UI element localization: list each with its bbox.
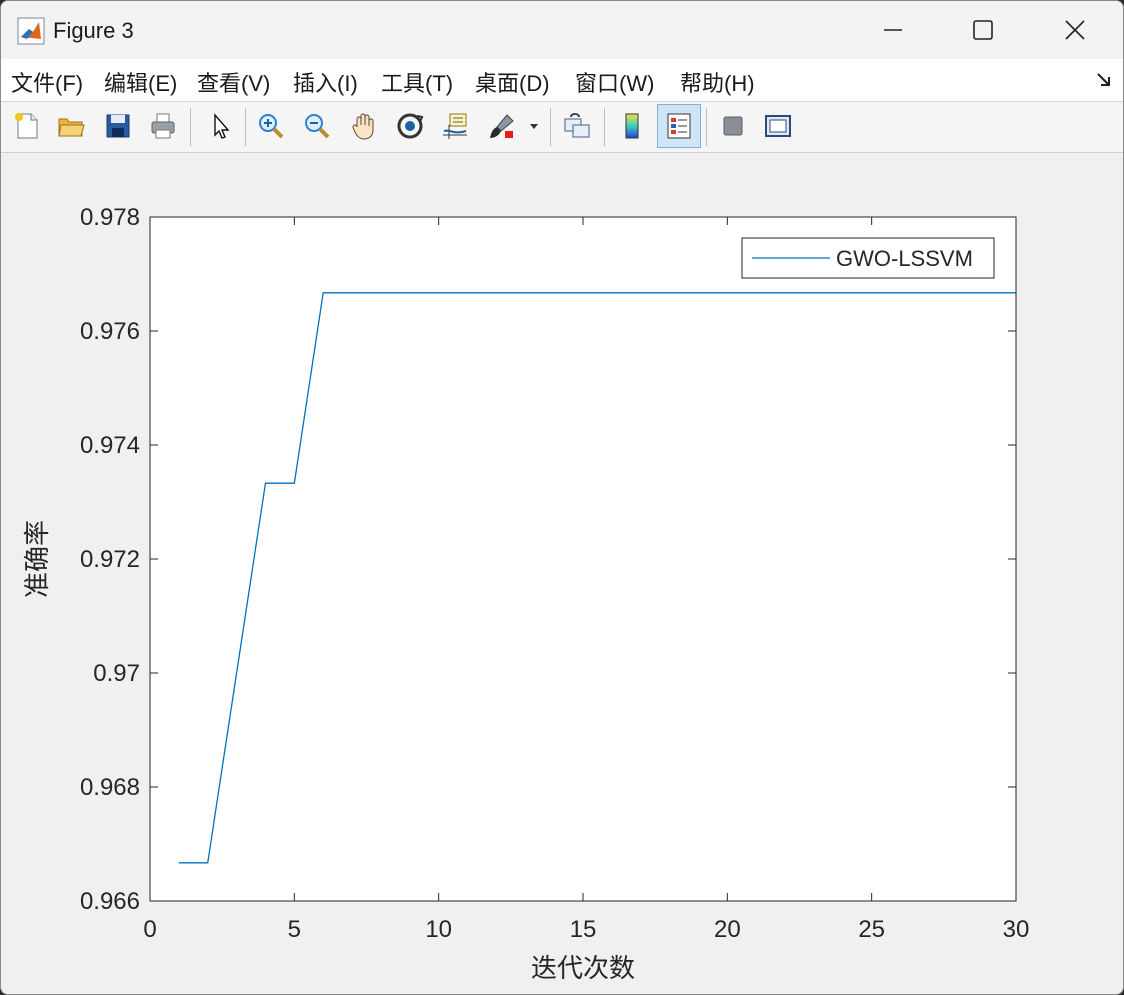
zoom-in-button[interactable] [251,106,291,146]
y-axis-label: 准确率 [23,520,53,598]
axes-background [150,217,1016,901]
rotate-3d-icon [397,113,424,139]
zoom-out-button[interactable] [297,106,337,146]
y-tick-label: 0.968 [80,774,140,801]
save-icon [106,114,130,138]
data-cursor-icon [443,113,467,139]
legend-button[interactable] [657,104,701,148]
link-plot-button[interactable] [557,106,597,146]
menu-help[interactable]: 帮助(H) [680,66,755,98]
brush-icon [490,114,514,138]
y-tick-label: 0.966 [80,888,140,915]
show-plot-tools-icon [765,115,791,137]
rotate-button[interactable] [390,106,430,146]
brush-dropdown[interactable] [524,106,544,146]
menu-view[interactable]: 查看(V) [197,66,270,98]
y-tick-label: 0.978 [80,204,140,231]
x-axis-label: 迭代次数 [531,954,635,984]
toolbar-separator [550,108,551,146]
legend-label: GWO-LSSVM [836,246,973,271]
pan-button[interactable] [344,106,384,146]
dock-arrow-icon[interactable] [1095,71,1113,89]
x-tick-label: 5 [288,916,301,943]
open-file-button[interactable] [51,106,91,146]
menu-edit[interactable]: 编辑(E) [104,66,177,98]
new-figure-icon [15,113,38,139]
brush-button[interactable] [482,106,522,146]
y-tick-label: 0.976 [80,318,140,345]
zoom-out-icon [305,114,330,139]
figure-canvas: 0 5 10 15 20 25 30 0.966 0.968 0.97 0.972 0.974 0.97… [1,153,1123,994]
edit-plot-arrow-icon [214,113,230,139]
plot-axes[interactable]: 0 5 10 15 20 25 30 0.966 0.968 0.97 0.972 0.974 0.97… [1,153,1123,994]
menu-tools[interactable]: 工具(T) [381,66,453,98]
figure-window: Figure 3 文件(F) 编辑(E) 查看(V) 插入(I) 工具(T) 桌… [0,0,1124,995]
link-plot-icon [564,113,590,138]
minimize-button[interactable] [847,1,939,59]
minimize-icon [884,29,902,31]
hide-plot-tools-button[interactable] [713,106,753,146]
toolbar-separator [706,108,707,146]
toolbar-separator [190,108,191,146]
x-tick-label: 10 [425,916,452,943]
menu-desktop[interactable]: 桌面(D) [475,66,550,98]
pan-hand-icon [352,113,374,140]
open-file-icon [58,118,85,137]
matlab-logo-icon [17,17,45,45]
menu-bar: 文件(F) 编辑(E) 查看(V) 插入(I) 工具(T) 桌面(D) 窗口(W… [1,59,1123,102]
window-title: Figure 3 [53,18,134,43]
y-tick-label: 0.972 [80,546,140,573]
legend[interactable]: GWO-LSSVM [741,237,995,279]
menu-insert[interactable]: 插入(I) [293,66,358,98]
x-tick-label: 25 [858,916,885,943]
show-plot-tools-button[interactable] [758,106,798,146]
close-icon [1065,20,1085,40]
toolbar-separator [604,108,605,146]
zoom-in-icon [259,114,284,139]
x-tick-label: 20 [714,916,741,943]
hide-plot-tools-icon [723,116,743,136]
maximize-button[interactable] [937,1,1029,59]
figure-toolbar [1,102,1123,153]
print-button[interactable] [143,106,183,146]
maximize-icon [973,20,993,40]
title-bar[interactable]: Figure 3 [1,1,1123,59]
chevron-down-icon [530,124,538,129]
menu-file[interactable]: 文件(F) [11,66,83,98]
toolbar-separator [245,108,246,146]
x-tick-label: 30 [1003,916,1030,943]
x-tick-label: 15 [570,916,597,943]
save-button[interactable] [98,106,138,146]
y-tick-label: 0.97 [93,660,140,687]
y-tick-label: 0.974 [80,432,140,459]
legend-icon [667,113,691,139]
edit-plot-button[interactable] [200,106,240,146]
colorbar-button[interactable] [612,106,652,146]
new-figure-button[interactable] [7,106,47,146]
close-button[interactable] [1029,1,1121,59]
menu-window[interactable]: 窗口(W) [575,66,654,98]
print-icon [151,113,175,139]
colorbar-icon [625,113,639,139]
data-cursor-button[interactable] [435,106,475,146]
x-tick-label: 0 [143,916,156,943]
